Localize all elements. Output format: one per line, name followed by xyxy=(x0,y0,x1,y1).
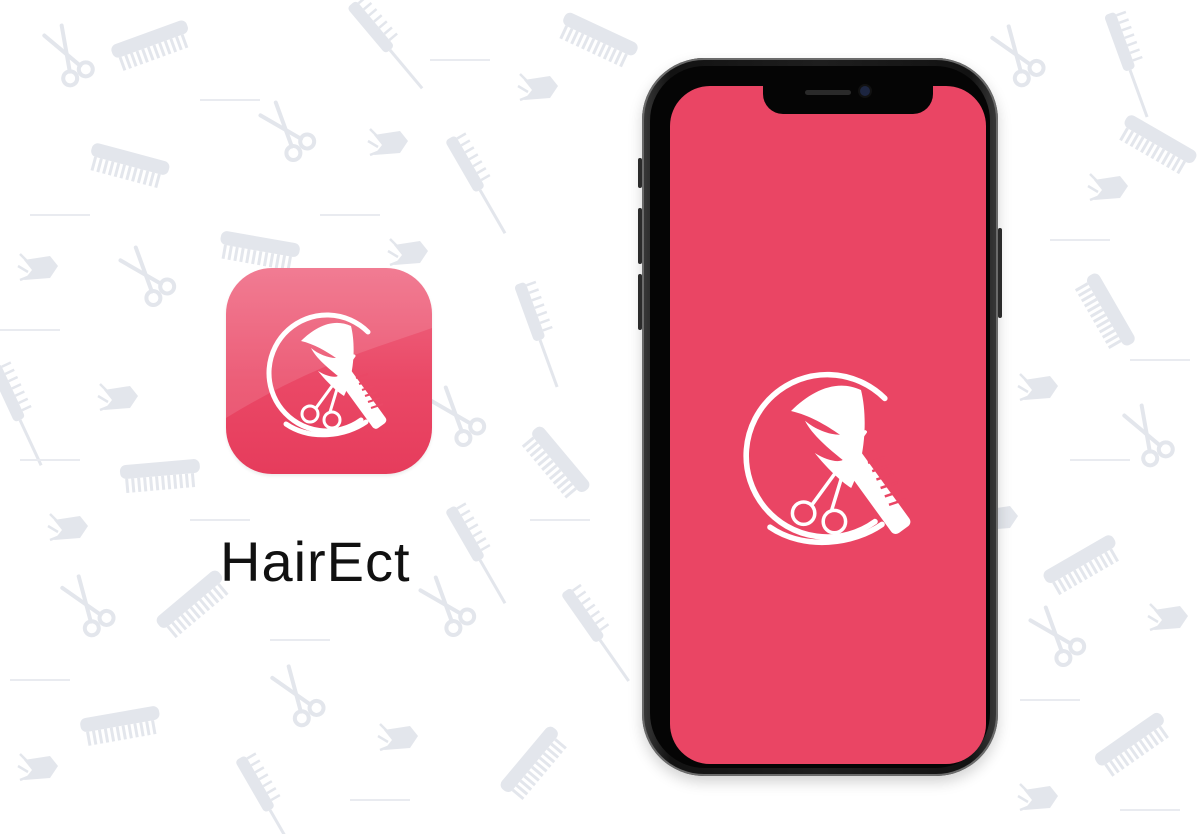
silent-switch xyxy=(638,158,642,188)
app-icon[interactable] xyxy=(226,268,432,474)
phone-bezel xyxy=(650,66,990,768)
splash-screen[interactable] xyxy=(670,86,986,764)
speaker-grille xyxy=(805,90,851,95)
hair-scissors-comb-logo-icon xyxy=(266,312,387,438)
volume-up-button xyxy=(638,208,642,264)
front-camera-icon xyxy=(860,86,870,96)
background-pattern xyxy=(0,0,1200,834)
splash-logo-icon xyxy=(743,371,911,546)
phone-mockup xyxy=(638,58,1002,776)
volume-down-button xyxy=(638,274,642,330)
power-button xyxy=(998,228,1002,318)
app-name: HairEct xyxy=(220,530,411,593)
